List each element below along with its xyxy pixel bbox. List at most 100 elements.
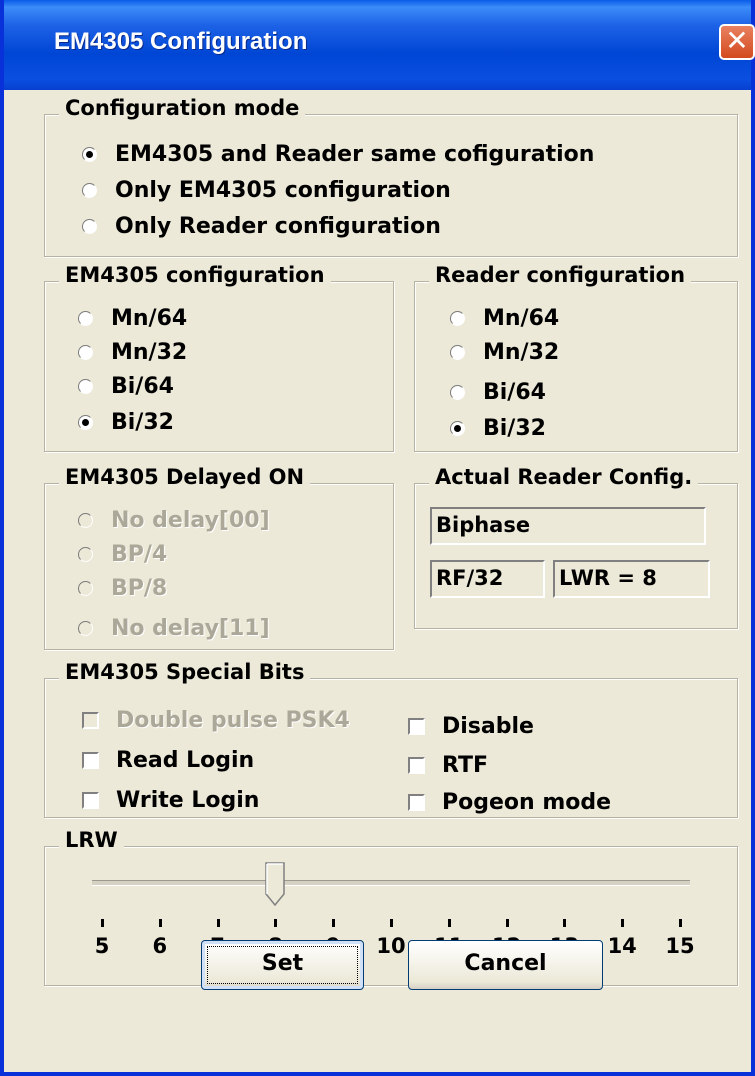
lrw-tick-label: 14 <box>607 934 637 958</box>
delayed-on-label: BP/4 <box>111 542 168 567</box>
checkbox[interactable] <box>408 718 425 735</box>
checkbox-label: Double pulse PSK4 <box>116 708 350 733</box>
lwr-field: LWR = 8 <box>553 560 710 598</box>
disable-checkbox[interactable]: Disable <box>408 714 534 739</box>
lrw-tick <box>447 919 451 927</box>
lrw-group: LRW <box>44 828 738 986</box>
actual-reader-legend: Actual Reader Config. <box>429 465 699 489</box>
radio-button[interactable] <box>82 219 97 234</box>
encoding-field: Biphase <box>430 507 706 545</box>
delayed-on-label: No delay[00] <box>111 508 270 533</box>
checkbox[interactable] <box>408 757 425 774</box>
em4305-config-option[interactable]: Mn/32 <box>78 340 187 365</box>
lrw-tick-label: 6 <box>152 934 168 958</box>
radio-button[interactable] <box>78 311 93 326</box>
checkbox[interactable] <box>82 792 99 809</box>
radio-button <box>78 581 93 596</box>
radio-button[interactable] <box>450 421 465 436</box>
lrw-tick <box>101 919 104 927</box>
reader-config-label: Mn/64 <box>483 306 560 331</box>
radio-button <box>78 547 93 562</box>
delayed-on-label: No delay[11] <box>111 616 270 641</box>
delayed-on-option: BP/8 <box>78 576 167 601</box>
reader-config-option[interactable]: Bi/64 <box>450 380 546 405</box>
lrw-tick <box>505 919 509 927</box>
title-bar[interactable]: EM4305 Configuration ✕ <box>4 0 755 90</box>
delayed-on-legend: EM4305 Delayed ON <box>59 465 311 489</box>
config-mode-option[interactable]: Only EM4305 configuration <box>82 178 451 203</box>
lrw-slider-thumb[interactable] <box>265 862 286 906</box>
lrw-tick <box>621 919 625 927</box>
checkbox-label: Disable <box>442 714 534 739</box>
lrw-tick <box>390 919 393 927</box>
radio-button[interactable] <box>450 311 465 326</box>
config-mode-option[interactable]: EM4305 and Reader same cofiguration <box>82 142 594 167</box>
lrw-tick <box>158 919 162 927</box>
config-mode-legend: Configuration mode <box>59 96 306 120</box>
lrw-legend: LRW <box>59 828 124 852</box>
reader-config-label: Bi/64 <box>483 380 546 405</box>
checkbox-label: RTF <box>442 753 488 778</box>
rf-field: RF/32 <box>430 560 545 598</box>
lrw-tick <box>216 919 220 927</box>
write-login-checkbox[interactable]: Write Login <box>82 788 259 813</box>
lrw-tick-label: 15 <box>665 934 695 958</box>
config-mode-option[interactable]: Only Reader configuration <box>82 214 441 239</box>
em4305-config-option[interactable]: Mn/64 <box>78 306 187 331</box>
em4305-config-option[interactable]: Bi/32 <box>78 410 174 435</box>
special-bits-legend: EM4305 Special Bits <box>59 660 311 684</box>
dialog-window: EM4305 Configuration ✕ Configuration mod… <box>0 0 755 1076</box>
reader-config-legend: Reader configuration <box>429 263 692 287</box>
delayed-on-option: No delay[00] <box>78 508 270 533</box>
radio-button[interactable] <box>82 183 97 198</box>
config-mode-option-label: Only EM4305 configuration <box>115 178 451 203</box>
reader-config-option[interactable]: Bi/32 <box>450 416 546 441</box>
lrw-slider-track[interactable] <box>92 880 690 886</box>
checkbox[interactable] <box>408 794 425 811</box>
focus-rectangle <box>207 946 358 984</box>
pogeon-mode-checkbox[interactable]: Pogeon mode <box>408 790 611 815</box>
window-title: EM4305 Configuration <box>54 28 308 55</box>
radio-button[interactable] <box>78 415 93 430</box>
checkbox[interactable] <box>82 752 99 769</box>
lrw-tick <box>679 919 682 927</box>
actual-reader-group: Actual Reader Config. <box>414 465 738 629</box>
radio-button <box>78 513 93 528</box>
lrw-tick-label: 5 <box>94 934 110 958</box>
rtf-checkbox[interactable]: RTF <box>408 753 488 778</box>
checkbox <box>82 712 99 729</box>
radio-button[interactable] <box>78 345 93 360</box>
delayed-on-option: BP/4 <box>78 542 167 567</box>
double-pulse-checkbox: Double pulse PSK4 <box>82 708 350 733</box>
radio-button[interactable] <box>78 379 93 394</box>
checkbox-label: Pogeon mode <box>442 790 612 815</box>
cancel-button[interactable]: Cancel <box>408 940 603 990</box>
config-mode-option-label: Only Reader configuration <box>115 214 441 239</box>
em4305-config-legend: EM4305 configuration <box>59 263 331 287</box>
lrw-tick <box>332 919 336 927</box>
em4305-config-label: Bi/64 <box>111 374 174 399</box>
radio-button[interactable] <box>82 147 97 162</box>
radio-button <box>78 621 93 636</box>
cancel-button-label: Cancel <box>464 951 547 976</box>
radio-button[interactable] <box>450 345 465 360</box>
lrw-tick <box>563 919 567 927</box>
delayed-on-option: No delay[11] <box>78 616 270 641</box>
reader-config-label: Bi/32 <box>483 416 546 441</box>
checkbox-label: Read Login <box>116 748 255 773</box>
checkbox-label: Write Login <box>116 788 260 813</box>
em4305-config-option[interactable]: Bi/64 <box>78 374 174 399</box>
em4305-config-label: Mn/64 <box>111 306 188 331</box>
radio-button[interactable] <box>450 385 465 400</box>
read-login-checkbox[interactable]: Read Login <box>82 748 254 773</box>
lrw-tick-label: 10 <box>376 934 406 958</box>
em4305-config-label: Bi/32 <box>111 410 174 435</box>
lrw-tick <box>274 919 278 927</box>
reader-config-option[interactable]: Mn/32 <box>450 340 559 365</box>
reader-config-option[interactable]: Mn/64 <box>450 306 559 331</box>
reader-config-label: Mn/32 <box>483 340 560 365</box>
close-icon[interactable]: ✕ <box>719 24 755 60</box>
config-mode-option-label: EM4305 and Reader same cofiguration <box>115 142 595 167</box>
delayed-on-label: BP/8 <box>111 576 168 601</box>
em4305-config-label: Mn/32 <box>111 340 188 365</box>
